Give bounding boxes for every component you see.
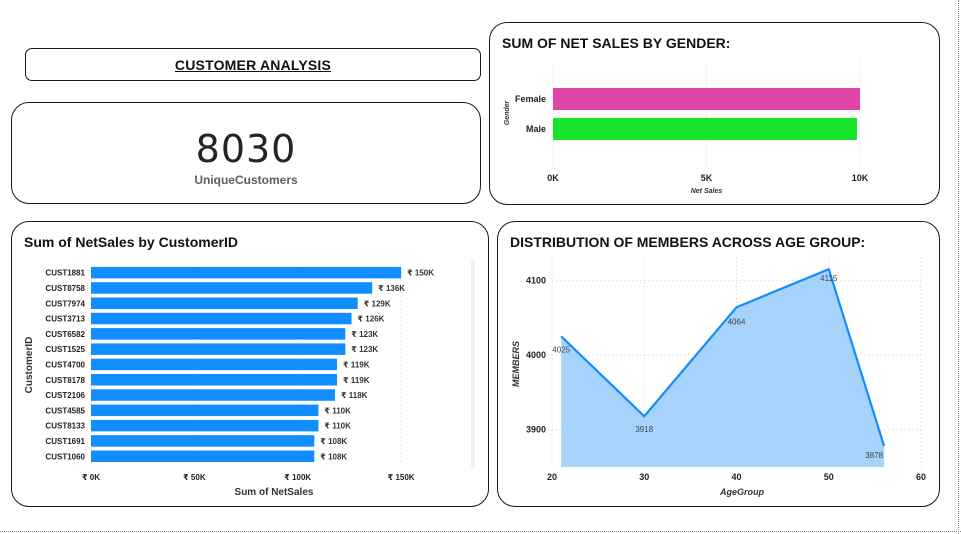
bar-cust1691	[91, 435, 315, 447]
category-label: CUST1525	[45, 345, 85, 354]
y-tick-label: 3900	[526, 425, 546, 435]
x-tick-label: 10K	[852, 173, 869, 183]
x-tick-label: 30	[639, 472, 649, 482]
x-tick-label: 40	[731, 472, 741, 482]
age-distribution-chart: 3900 4000 4100 20 30 40 50 60 4025 3918 4064 4115 38…	[511, 258, 926, 497]
x-tick-label: 50	[824, 472, 834, 482]
data-label: 3918	[635, 425, 653, 434]
data-label: ₹ 119K	[343, 360, 370, 369]
bar-cust3713	[91, 312, 352, 325]
data-label: ₹ 150K	[407, 269, 434, 278]
data-label: ₹ 110K	[324, 422, 351, 431]
data-label: 4115	[820, 274, 838, 283]
x-tick-label: 20	[547, 472, 557, 482]
category-label: Female	[515, 94, 546, 104]
bar-cust1060	[91, 450, 315, 462]
data-label: ₹ 129K	[364, 299, 391, 308]
data-label: ₹ 123K	[351, 345, 378, 354]
customer-sales-chart: ₹ 0K ₹ 50K ₹ 100K ₹ 150K CUST1881 ₹ 150K CUST8…	[24, 260, 475, 498]
data-label: ₹ 123K	[351, 330, 378, 339]
category-label: CUST8758	[45, 284, 85, 293]
scrollbar-track	[471, 260, 475, 468]
bar-female	[553, 88, 860, 110]
category-label: CUST8178	[45, 376, 85, 385]
data-label: ₹ 118K	[341, 391, 368, 400]
y-axis-title: Gender	[504, 99, 511, 125]
data-label: ₹ 126K	[358, 315, 385, 324]
x-axis-title: Sum of NetSales	[235, 487, 314, 498]
category-label: CUST1881	[45, 269, 85, 278]
page-edge-bottom	[0, 531, 961, 532]
category-label: CUST4700	[45, 360, 85, 369]
data-label: 4025	[552, 345, 570, 354]
data-label: ₹ 108K	[320, 437, 347, 446]
bar-cust8758	[91, 282, 373, 294]
bar-cust6582	[91, 328, 346, 340]
x-axis-title: AgeGroup	[719, 487, 765, 497]
category-label: CUST7974	[45, 299, 85, 308]
x-tick-label: 5K	[701, 173, 713, 183]
x-tick-label: ₹ 0K	[82, 473, 100, 482]
page-edge-right	[958, 0, 959, 534]
bar-cust1881	[91, 266, 402, 279]
y-axis-title: MEMBERS	[511, 341, 521, 387]
age-distribution-chart-card[interactable]: DISTRIBUTION OF MEMBERS ACROSS AGE GROUP…	[497, 221, 940, 507]
y-tick-label: 4000	[526, 350, 546, 360]
category-label: CUST6582	[45, 330, 85, 339]
x-tick-label: 60	[916, 472, 926, 482]
category-label: CUST1060	[45, 452, 85, 461]
area-fill	[561, 269, 885, 467]
y-tick-label: 4100	[526, 275, 546, 285]
bar-cust2106	[91, 389, 335, 401]
customer-sales-chart-card[interactable]: Sum of NetSales by CustomerID ₹ 0K ₹ 50K ₹…	[11, 221, 489, 507]
bar-male	[553, 118, 857, 140]
y-axis-title: CustomerID	[24, 337, 35, 394]
data-label: ₹ 119K	[343, 376, 370, 385]
kpi-value: 8030	[195, 127, 297, 171]
category-label: CUST4585	[45, 406, 85, 415]
x-tick-label: ₹ 150K	[388, 473, 415, 482]
x-tick-label: ₹ 50K	[183, 473, 206, 482]
data-label: ₹ 136K	[378, 284, 405, 293]
data-label: ₹ 110K	[324, 406, 351, 415]
kpi-label: UniqueCustomers	[194, 173, 298, 187]
bar-cust4700	[91, 358, 338, 371]
x-axis-title: Net Sales	[691, 188, 723, 195]
data-label: 3878	[865, 451, 883, 460]
bar-cust4585	[91, 404, 319, 417]
bar-cust8178	[91, 374, 338, 386]
category-label: Male	[526, 124, 546, 134]
category-label: CUST1691	[45, 437, 85, 446]
bar-cust8133	[91, 419, 319, 432]
bar-cust7974	[91, 297, 358, 309]
data-label: ₹ 108K	[320, 452, 347, 461]
data-label: 4064	[728, 317, 746, 326]
x-tick-label: ₹ 100K	[284, 473, 311, 482]
page-title: CUSTOMER ANALYSIS	[174, 56, 332, 73]
category-label: CUST2106	[45, 391, 85, 400]
x-tick-label: 0K	[547, 173, 559, 183]
gender-sales-chart-card[interactable]: SUM OF NET SALES BY GENDER: 0K 5K 10K Femal…	[489, 22, 940, 205]
bar-cust1525	[91, 343, 346, 355]
title-banner: CUSTOMER ANALYSIS	[25, 48, 481, 81]
gender-sales-chart: 0K 5K 10K Female Male Net Sales Gender	[504, 61, 869, 195]
category-label: CUST8133	[45, 422, 85, 431]
category-label: CUST3713	[45, 315, 85, 324]
unique-customers-card[interactable]: 8030 UniqueCustomers	[11, 102, 481, 204]
